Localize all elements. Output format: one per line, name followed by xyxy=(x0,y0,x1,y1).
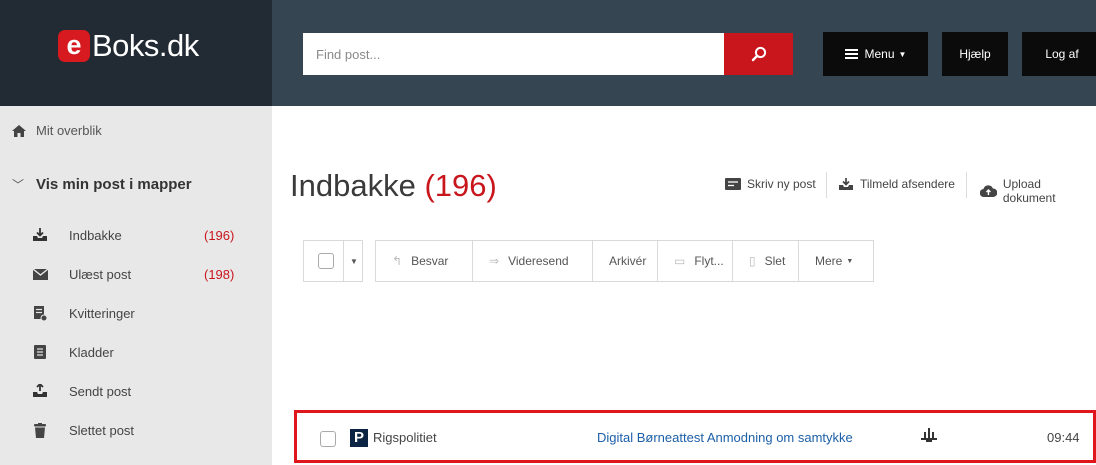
logout-button[interactable]: Log af xyxy=(1022,32,1096,76)
search-input[interactable] xyxy=(303,33,724,75)
caret-down-icon: ▼ xyxy=(846,257,854,265)
message-row[interactable]: P Rigspolitiet Digital Børneattest Anmod… xyxy=(294,410,1096,463)
folder-icon: ▭ xyxy=(674,254,686,268)
logo-area: e Boks.dk xyxy=(0,0,272,106)
write-new-post-label: Skriv ny post xyxy=(747,177,816,191)
more-button[interactable]: Mere ▼ xyxy=(799,241,873,281)
section-title: Vis min post i mapper xyxy=(36,176,192,193)
subscribe-senders-link[interactable]: Tilmeld afsendere xyxy=(838,177,955,191)
sidebar-item-receipts[interactable]: Kvitteringer xyxy=(31,298,272,328)
page-title: Indbakke (196) xyxy=(290,168,497,204)
signature-icon xyxy=(921,428,937,442)
sidebar-item-drafts[interactable]: Kladder xyxy=(31,337,272,367)
sidebar: Mit overblik ﹀ Vis min post i mapper Ind… xyxy=(0,106,272,465)
menu-label: Menu xyxy=(864,47,895,61)
help-button[interactable]: Hjælp xyxy=(942,32,1008,76)
sidebar-item-deleted[interactable]: Slettet post xyxy=(31,415,272,445)
compose-icon xyxy=(725,178,741,190)
overview-label: Mit overblik xyxy=(36,123,102,138)
sender-name: Rigspolitiet xyxy=(373,430,437,445)
menu-button[interactable]: Menu ▼ xyxy=(823,32,928,76)
hamburger-icon xyxy=(844,49,858,59)
cloud-upload-icon xyxy=(980,185,997,197)
draft-icon xyxy=(31,343,49,361)
sent-icon xyxy=(31,382,49,400)
message-time: 09:44 xyxy=(1047,430,1080,445)
reply-label: Besvar xyxy=(411,254,449,268)
delete-label: Slet xyxy=(764,254,786,268)
archive-button[interactable]: Arkivér xyxy=(593,241,658,281)
upload-document-link[interactable]: Upload dokument xyxy=(980,177,1096,205)
move-label: Flyt... xyxy=(694,254,724,268)
sidebar-item-label: Kladder xyxy=(69,344,114,360)
message-toolbar: ↰ Besvar ⇒ Videresend Arkivér ▭ Flyt... … xyxy=(375,240,874,282)
chevron-down-icon: ﹀ xyxy=(12,178,25,192)
sidebar-item-label: Sendt post xyxy=(69,383,132,399)
folders-section-toggle[interactable]: ﹀ Vis min post i mapper xyxy=(12,176,192,193)
sidebar-item-label: Kvitteringer xyxy=(69,305,135,321)
select-toolbar-group: ▼ xyxy=(303,240,363,282)
sidebar-item-label: Slettet post xyxy=(69,422,135,438)
envelope-icon xyxy=(31,265,49,283)
receipt-icon xyxy=(31,304,49,322)
forward-label: Videresend xyxy=(508,254,569,268)
divider xyxy=(826,172,827,198)
sidebar-item-label: Ulæst post xyxy=(69,266,132,282)
forward-icon: ⇒ xyxy=(489,254,500,268)
sidebar-item-inbox[interactable]: Indbakke (196) xyxy=(31,220,272,250)
trash-icon xyxy=(31,421,49,439)
unread-count: (198) xyxy=(204,266,235,282)
checkbox xyxy=(318,253,334,269)
sidebar-item-overview[interactable]: Mit overblik xyxy=(12,123,102,138)
sender-logo: P xyxy=(350,429,368,447)
forward-button[interactable]: ⇒ Videresend xyxy=(473,241,593,281)
delete-button[interactable]: ▯ Slet xyxy=(733,241,799,281)
trash-icon: ▯ xyxy=(749,254,756,268)
sidebar-item-sent[interactable]: Sendt post xyxy=(31,376,272,406)
logo-letter: e xyxy=(58,30,90,62)
page-title-text: Indbakke xyxy=(290,168,416,203)
upload-document-label: Upload dokument xyxy=(1002,177,1056,205)
more-label: Mere xyxy=(815,254,843,268)
page-title-count: (196) xyxy=(424,168,497,203)
caret-down-icon: ▼ xyxy=(350,256,358,266)
divider xyxy=(966,172,967,198)
message-checkbox[interactable] xyxy=(320,431,336,447)
sidebar-item-unread[interactable]: Ulæst post (198) xyxy=(31,259,272,289)
reply-icon: ↰ xyxy=(392,254,403,268)
search-button[interactable] xyxy=(724,33,793,75)
home-icon xyxy=(12,124,26,137)
move-button[interactable]: ▭ Flyt... xyxy=(658,241,733,281)
subscribe-senders-label: Tilmeld afsendere xyxy=(860,177,955,191)
caret-down-icon: ▼ xyxy=(898,49,907,59)
message-subject[interactable]: Digital Børneattest Anmodning om samtykk… xyxy=(597,430,853,445)
sidebar-item-label: Indbakke xyxy=(69,227,122,243)
inbox-icon xyxy=(31,226,49,244)
logo-text: Boks.dk xyxy=(92,28,199,63)
eboks-logo[interactable]: e Boks.dk xyxy=(58,28,199,64)
subscribe-icon xyxy=(839,177,853,190)
select-all-checkbox[interactable] xyxy=(304,241,344,281)
search-icon xyxy=(751,46,766,62)
write-new-post-link[interactable]: Skriv ny post xyxy=(725,177,816,191)
select-dropdown-button[interactable]: ▼ xyxy=(344,241,358,281)
unread-count: (196) xyxy=(204,227,235,243)
reply-button[interactable]: ↰ Besvar xyxy=(376,241,473,281)
